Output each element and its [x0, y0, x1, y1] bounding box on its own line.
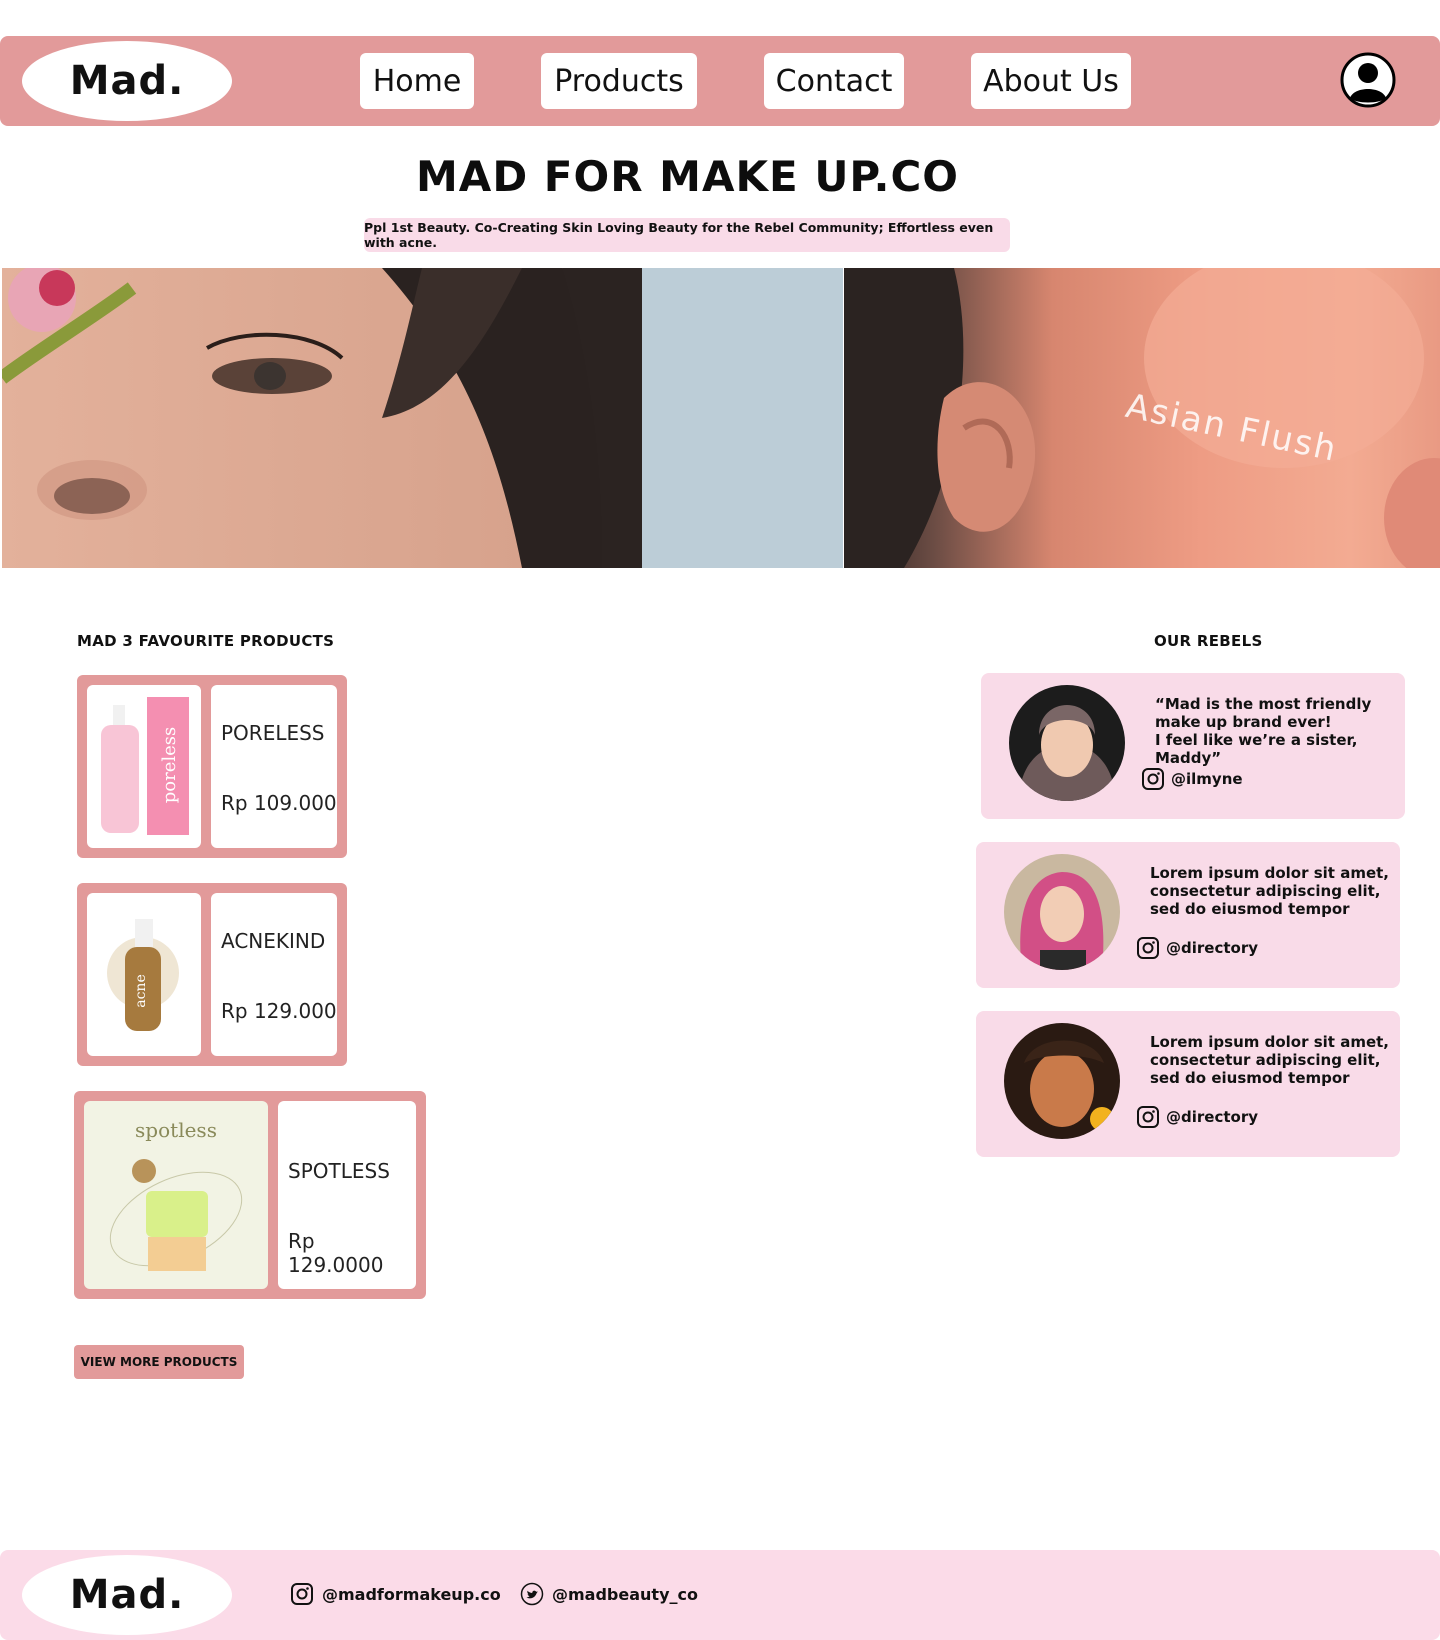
nav-products-button[interactable]: Products	[541, 53, 697, 109]
rebel-avatar-illustration	[1004, 1023, 1120, 1139]
rebel-quote: Lorem ipsum dolor sit amet, consectetur …	[1150, 1033, 1389, 1087]
rebel-avatar-illustration	[1004, 854, 1120, 970]
product-price: Rp 109.000	[221, 791, 337, 815]
rebel-avatar-illustration	[1009, 685, 1125, 801]
rebel-quote: Lorem ipsum dolor sit amet, consectetur …	[1150, 864, 1389, 918]
poreless-packaging-text: poreless	[159, 727, 180, 804]
footer-logo[interactable]: Mad.	[22, 1555, 232, 1635]
rebel-handle-text: @directory	[1166, 1108, 1258, 1126]
footer-instagram-handle: @madformakeup.co	[322, 1584, 501, 1604]
spotless-jar-illustration: spotless	[109, 1118, 243, 1271]
product-price: Rp 129.000	[221, 999, 337, 1023]
product-card-spotless[interactable]: spotless SPOTLESS Rp 129.0000	[74, 1091, 426, 1299]
acnekind-bottle-illustration: acne	[107, 919, 179, 1031]
product-name: SPOTLESS	[288, 1159, 390, 1183]
instagram-icon	[1137, 1106, 1159, 1128]
instagram-icon	[291, 1583, 313, 1605]
instagram-icon	[1137, 937, 1159, 959]
product-price: Rp 129.0000	[288, 1229, 384, 1277]
top-navbar: Mad. Home Products Contact About Us	[0, 36, 1440, 126]
poreless-bottle-illustration: poreless	[101, 697, 189, 835]
footer-twitter-handle: @madbeauty_co	[552, 1584, 698, 1604]
footer: Mad. @madformakeup.co @madbeauty_co	[0, 1550, 1440, 1640]
product-card-poreless[interactable]: poreless PORELESS Rp 109.000	[77, 675, 347, 858]
rebel-card: Lorem ipsum dolor sit amet, consectetur …	[976, 842, 1400, 988]
logo[interactable]: Mad.	[22, 41, 232, 121]
footer-twitter-link[interactable]: @madbeauty_co	[520, 1582, 698, 1606]
user-circle-icon[interactable]	[1340, 52, 1396, 108]
product-image-spotless[interactable]: spotless	[84, 1101, 268, 1289]
rebels-heading: OUR REBELS	[1154, 632, 1263, 650]
footer-instagram-link[interactable]: @madformakeup.co	[290, 1582, 501, 1606]
product-info-acnekind: ACNEKIND Rp 129.000	[211, 893, 337, 1056]
view-more-products-button[interactable]: VIEW MORE PRODUCTS	[74, 1345, 244, 1379]
twitter-icon	[520, 1582, 544, 1606]
product-card-acnekind[interactable]: acne ACNEKIND Rp 129.000	[77, 883, 347, 1066]
nav-home-button[interactable]: Home	[360, 53, 474, 109]
footer-logo-text: Mad.	[69, 1572, 185, 1618]
nav-about-us-button[interactable]: About Us	[971, 53, 1131, 109]
acnekind-packaging-text: acne	[133, 974, 149, 1008]
rebel-quote: “Mad is the most friendly make up brand …	[1155, 695, 1372, 767]
instagram-icon	[1142, 768, 1164, 790]
rebel-card: Lorem ipsum dolor sit amet, consectetur …	[976, 1011, 1400, 1157]
product-info-spotless: SPOTLESS Rp 129.0000	[278, 1101, 416, 1289]
product-image-acnekind[interactable]: acne	[87, 893, 201, 1056]
product-name: ACNEKIND	[221, 929, 326, 953]
nav-contact-button[interactable]: Contact	[764, 53, 904, 109]
avatar	[1004, 854, 1120, 970]
rebel-handle[interactable]: @ilmyne	[1141, 767, 1243, 791]
rebel-card: “Mad is the most friendly make up brand …	[981, 673, 1405, 819]
hero-image-right: Asian Flush	[844, 268, 1440, 568]
product-image-poreless[interactable]: poreless	[87, 685, 201, 848]
rebel-handle-text: @directory	[1166, 939, 1258, 957]
rebel-handle[interactable]: @directory	[1136, 936, 1258, 960]
hero-face-illustration	[2, 268, 843, 568]
rebel-handle-text: @ilmyne	[1171, 770, 1243, 788]
hero-image-left	[2, 268, 843, 568]
favourites-heading: MAD 3 FAVOURITE PRODUCTS	[77, 632, 335, 650]
logo-text: Mad.	[69, 58, 185, 104]
product-name: PORELESS	[221, 721, 325, 745]
avatar	[1009, 685, 1125, 801]
page-title: MAD FOR MAKE UP.CO	[416, 152, 959, 201]
product-info-poreless: PORELESS Rp 109.000	[211, 685, 337, 848]
rebel-handle[interactable]: @directory	[1136, 1105, 1258, 1129]
tagline-banner: Ppl 1st Beauty. Co-Creating Skin Loving …	[364, 218, 1010, 252]
spotless-packaging-text: spotless	[135, 1118, 217, 1142]
avatar	[1004, 1023, 1120, 1139]
